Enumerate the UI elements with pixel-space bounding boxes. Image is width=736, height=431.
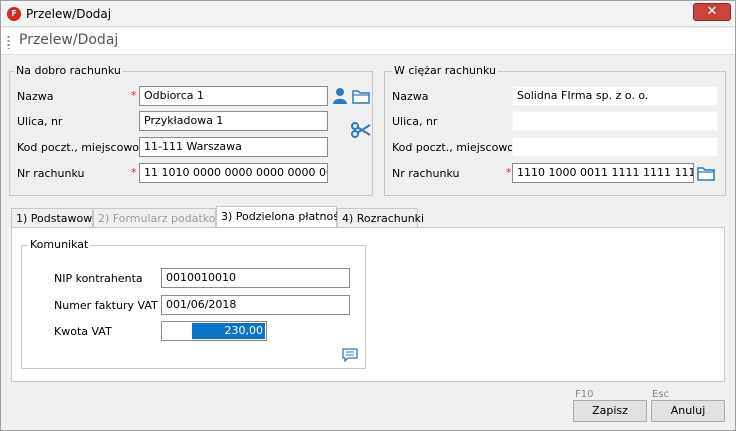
vat-amount-selection: 230,00 [192,323,265,339]
recipient-postal-input[interactable]: 11-111 Warszawa [139,137,328,157]
dialog-window: F Przelew/Dodaj ✕ Przelew/Dodaj Na dobro… [0,0,736,431]
recipient-account-input[interactable]: 11 1010 0000 0000 0000 0000 0000 [139,163,328,183]
comment-icon[interactable] [342,348,358,363]
folder-icon[interactable] [352,88,370,104]
payer-account-select[interactable]: 1110 1000 0011 1111 1111 1111 [512,163,694,183]
nazwa-label: Nazwa [17,90,54,103]
nip-input[interactable]: 0010010010 [161,268,350,288]
required-mark: * [131,89,137,102]
komunikat-legend: Komunikat [28,238,91,251]
close-button[interactable]: ✕ [693,3,731,21]
nr-rachunku-label: Nr rachunku [17,167,85,180]
vat-amount-value: 230,00 [224,324,264,337]
folder-icon[interactable] [697,165,715,181]
nip-label: NIP kontrahenta [54,272,143,285]
page-title: Przelew/Dodaj [19,32,119,48]
app-logo-icon: F [7,7,21,21]
grip-icon[interactable] [7,35,10,49]
ulica-label: Ulica, nr [17,115,63,128]
title-bar: F Przelew/Dodaj ✕ [1,1,735,27]
ulica-label: Ulica, nr [392,115,438,128]
kwota-label: Kwota VAT [54,325,112,338]
na-dobro-legend: Na dobro rachunku [14,64,123,77]
tab-rozrachunki[interactable]: 4) Rozrachunki [337,208,424,228]
kod-label: Kod poczt., miejscowość [17,141,151,154]
close-icon: ✕ [706,4,718,19]
form-header: Przelew/Dodaj [1,28,735,55]
recipient-name-input[interactable]: Odbiorca 1 [139,86,328,106]
vat-amount-input[interactable]: 230,00 [161,321,267,341]
payer-name-field: Solidna FIrma sp. z o. o. [512,86,718,106]
recipient-street-input[interactable]: Przykładowa 1 [139,111,328,131]
save-button[interactable]: Zapisz [573,400,647,422]
required-mark: * [131,166,137,179]
tab-podzielona-platnosc[interactable]: 3) Podzielona płatność [216,206,345,228]
payer-postal-field [512,137,718,157]
cancel-shortcut: Esc [652,389,670,400]
required-mark: * [506,166,512,179]
tab-panel: Komunikat NIP kontrahenta 0010010010 Num… [11,227,725,382]
w-ciezar-legend: W ciężar rachunku [392,64,499,77]
invoice-number-input[interactable]: 001/06/2018 [161,295,350,315]
save-shortcut: F10 [575,389,594,400]
nr-rachunku-label: Nr rachunku [392,167,460,180]
scissors-icon[interactable] [351,122,371,138]
payer-street-field [512,111,718,131]
kod-label: Kod poczt., miejscowość [392,141,526,154]
window-title: Przelew/Dodaj [26,7,112,21]
faktura-label: Numer faktury VAT [54,299,158,312]
cancel-button[interactable]: Anuluj [651,400,725,422]
tab-podstawowe[interactable]: 1) Podstawowe [11,208,99,228]
tab-formularz-podatkowy: 2) Formularz podatkowy [93,208,231,228]
nazwa-label: Nazwa [392,90,429,103]
contractor-person-icon[interactable] [332,87,348,105]
